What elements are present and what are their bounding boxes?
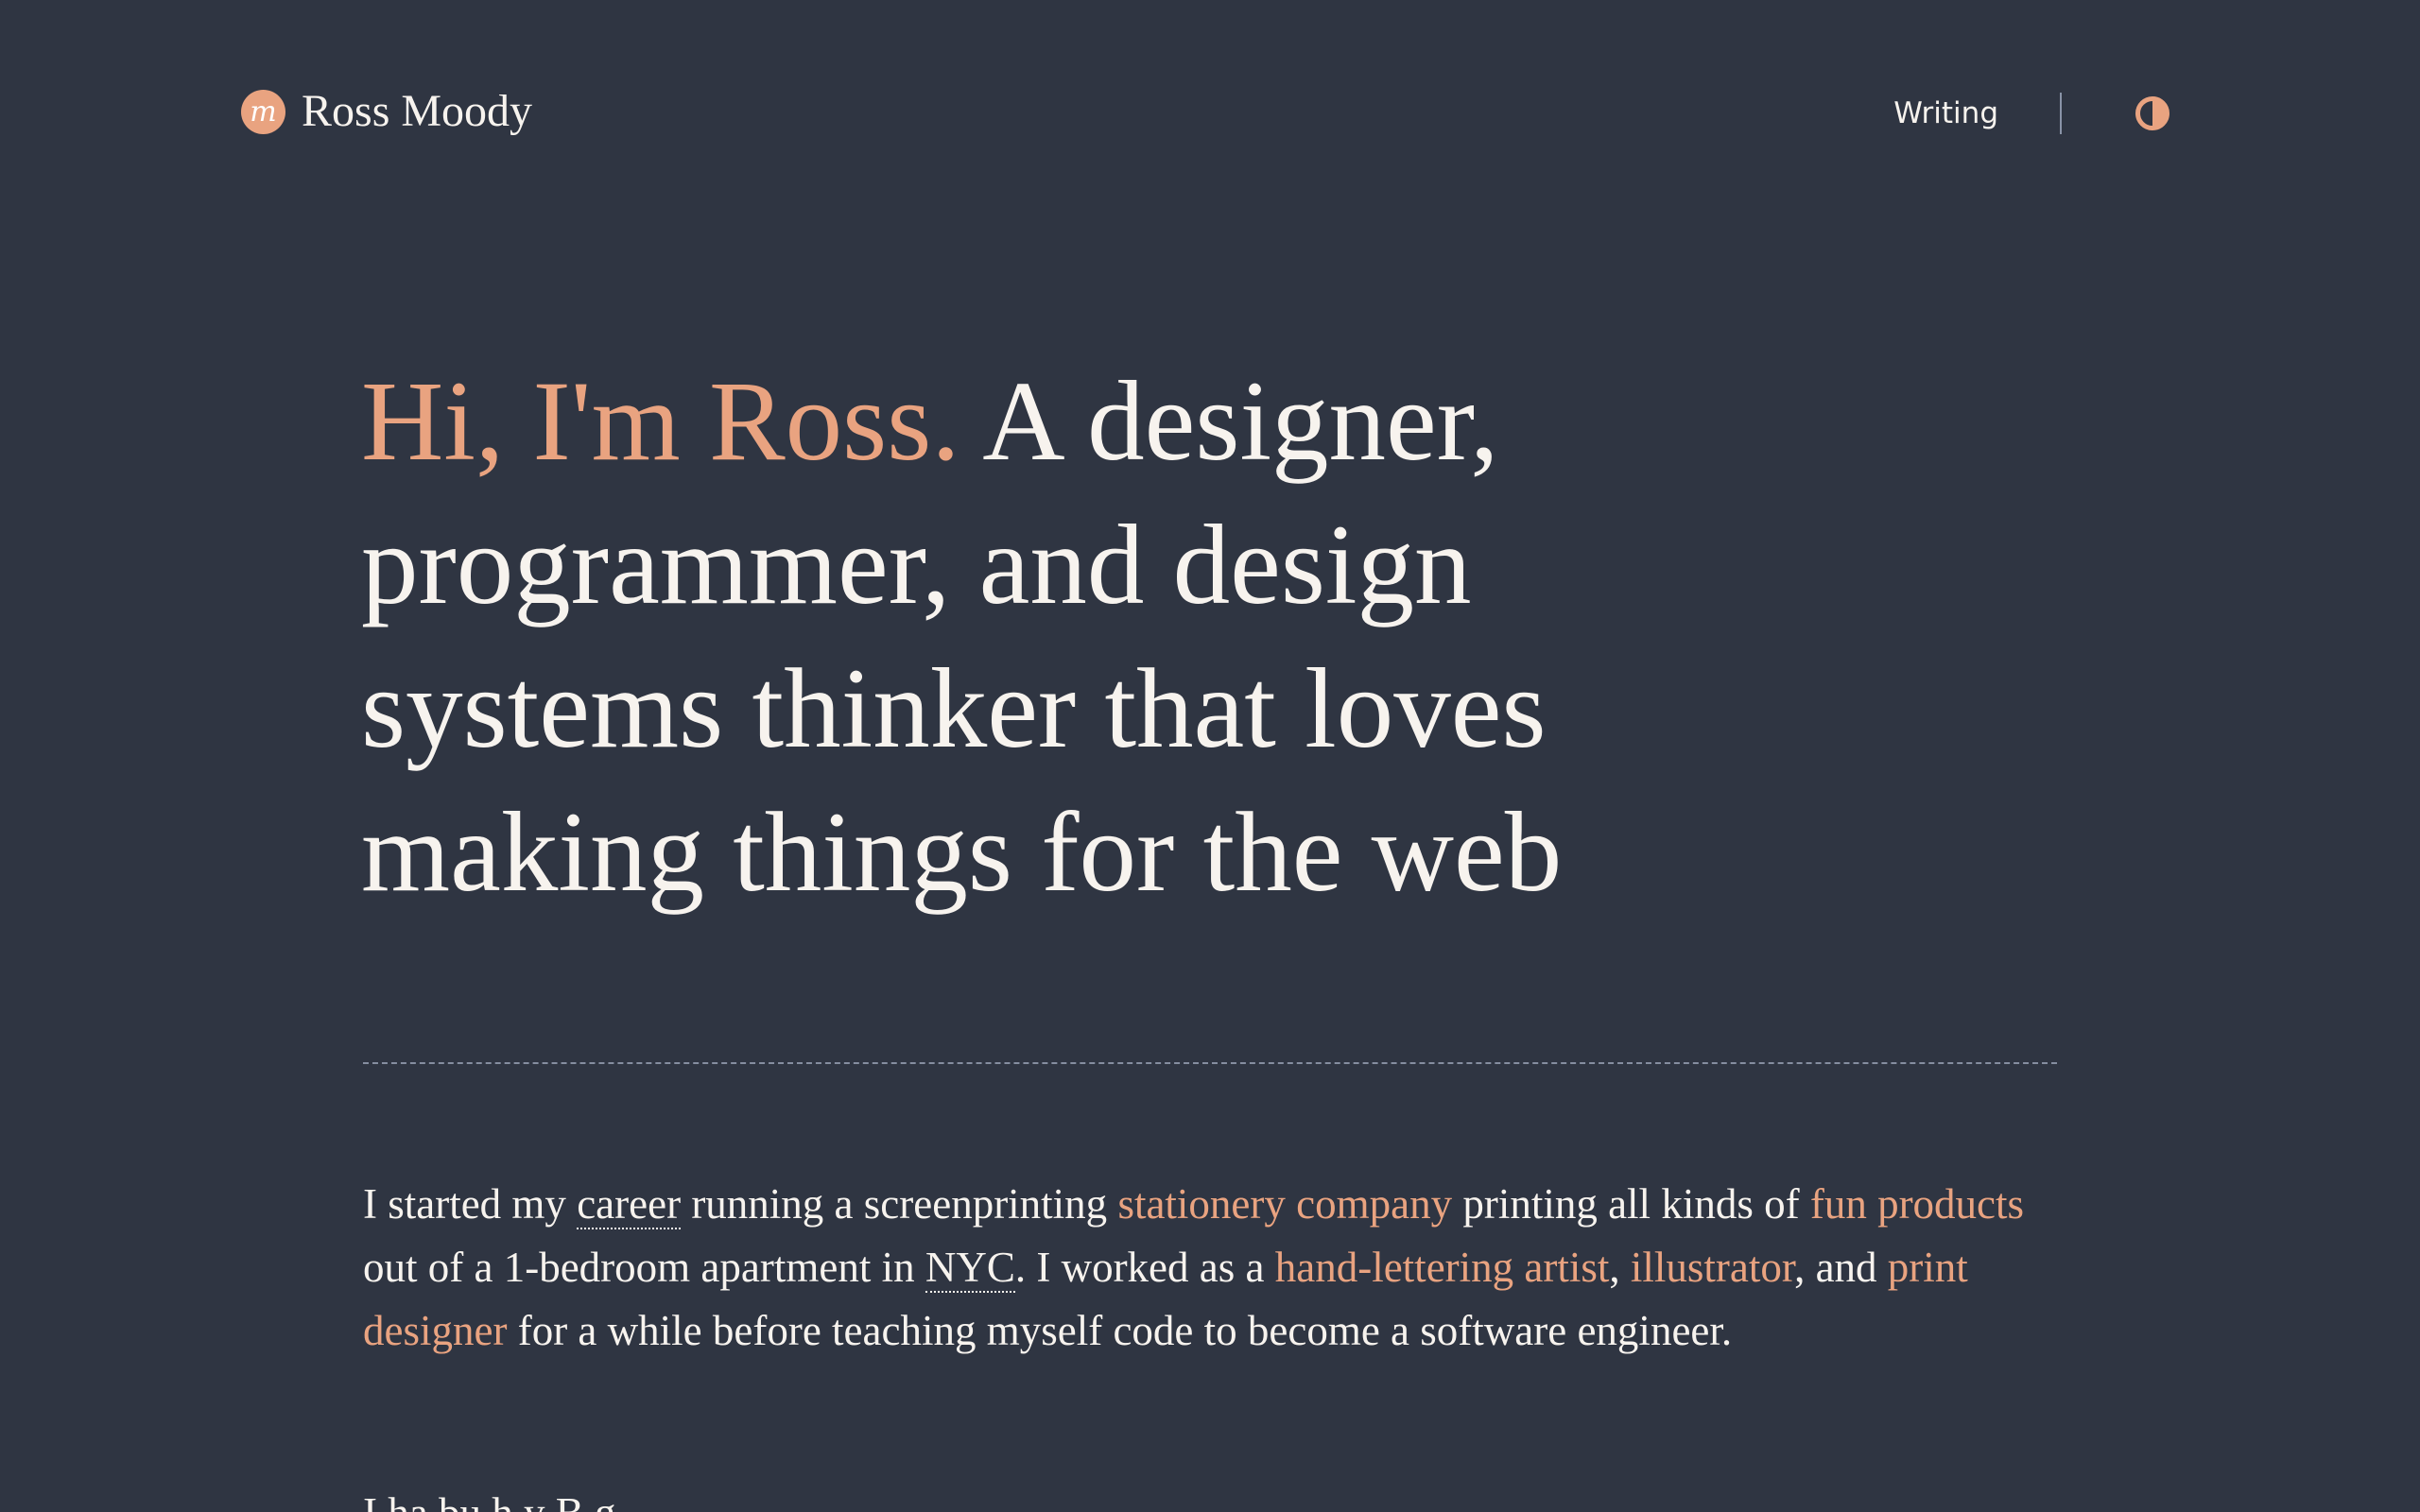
next-paragraph-clipped: I ha bu h y B g: [363, 1482, 2083, 1512]
intro-text-segment: for a while before teaching myself code …: [507, 1307, 1733, 1354]
site-name: Ross Moody: [302, 86, 533, 136]
career-term[interactable]: career: [577, 1180, 682, 1229]
fun-products-link[interactable]: fun products: [1810, 1180, 2024, 1228]
main-navigation: Writing: [1893, 83, 2169, 144]
hero-heading: Hi, I'm Ross. A designer, programmer, an…: [361, 350, 1807, 924]
hand-lettering-artist-link[interactable]: hand-lettering artist: [1275, 1244, 1610, 1291]
intro-text-segment: I started my: [363, 1180, 578, 1228]
navigation-divider: [2060, 93, 2062, 134]
home-link[interactable]: m Ross Moody: [241, 89, 532, 134]
site-header: m Ross Moody Writing: [241, 83, 2169, 144]
writing-link[interactable]: Writing: [1893, 96, 1998, 130]
intro-text-segment: out of a 1-bedroom apartment in: [363, 1244, 925, 1291]
hero-line-1: A designer,: [982, 358, 1499, 485]
hero-greeting: Hi, I'm Ross.: [361, 358, 960, 485]
introduction-paragraph: I started my career running a screenprin…: [363, 1173, 2065, 1363]
contrast-icon[interactable]: [2135, 96, 2169, 130]
nyc-term[interactable]: NYC: [925, 1244, 1015, 1293]
intro-text-segment: . I worked as a: [1014, 1244, 1275, 1291]
stationery-company-link[interactable]: stationery company: [1117, 1180, 1452, 1228]
hero-line-4: making things for the web: [361, 789, 1563, 916]
intro-text-segment: , and: [1794, 1244, 1888, 1291]
intro-punctuation: ,: [1609, 1244, 1631, 1291]
illustrator-link[interactable]: illustrator: [1631, 1244, 1794, 1291]
intro-text-segment: printing all kinds of: [1452, 1180, 1810, 1228]
intro-text-segment: running a screenprinting: [681, 1180, 1118, 1228]
section-divider: [363, 1062, 2057, 1064]
ross-moody-logo-icon: m: [241, 89, 285, 134]
hero-line-2: programmer, and design: [361, 502, 1472, 628]
hero-line-3: systems thinker that loves: [361, 645, 1547, 772]
